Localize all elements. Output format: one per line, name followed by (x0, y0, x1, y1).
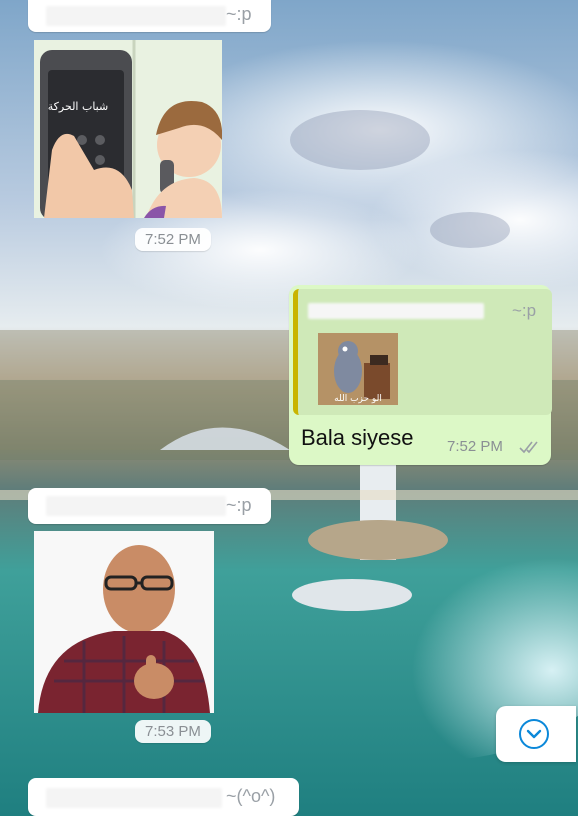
message-2-text: Bala siyese (301, 425, 414, 450)
redacted-sender-name (46, 496, 226, 516)
message-3-timestamp: 7:53 PM (135, 720, 211, 743)
man-thumbs-up-photo (34, 531, 214, 713)
message-4-header-bubble[interactable]: ~(^o^) (28, 778, 299, 816)
sender-tag: ~(^o^) (226, 786, 276, 806)
quoted-sender-tag: ~:p (512, 301, 537, 320)
quoted-message[interactable]: ~:p الو حزب الله (293, 289, 552, 415)
phone-screen-text: شباب الحركة (48, 100, 108, 113)
sticker-text: الو حزب الله (334, 394, 382, 404)
redacted-quoted-sender (308, 303, 484, 319)
chevron-down-circle-icon (519, 719, 549, 749)
message-1-header-bubble[interactable]: ~:p (28, 0, 271, 32)
message-2-bubble[interactable]: ~:p الو حزب الله Bala siyese 7:52 PM (289, 285, 552, 465)
sender-tag: ~:p (226, 4, 252, 24)
double-check-icon (519, 441, 538, 454)
message-1-image[interactable]: شباب الحركة (34, 40, 222, 218)
redacted-sender-name (46, 6, 226, 26)
message-3-image[interactable] (34, 531, 214, 713)
redacted-sender-name (46, 788, 222, 808)
scroll-to-bottom-button[interactable] (496, 706, 576, 762)
man-phone-sticker-image: شباب الحركة (34, 40, 222, 218)
message-1-timestamp: 7:52 PM (135, 228, 211, 251)
message-2-timestamp: 7:52 PM (447, 438, 503, 455)
sender-tag: ~:p (226, 495, 252, 515)
tom-phone-sticker-thumbnail: الو حزب الله (318, 333, 398, 405)
message-3-header-bubble[interactable]: ~:p (28, 488, 271, 524)
